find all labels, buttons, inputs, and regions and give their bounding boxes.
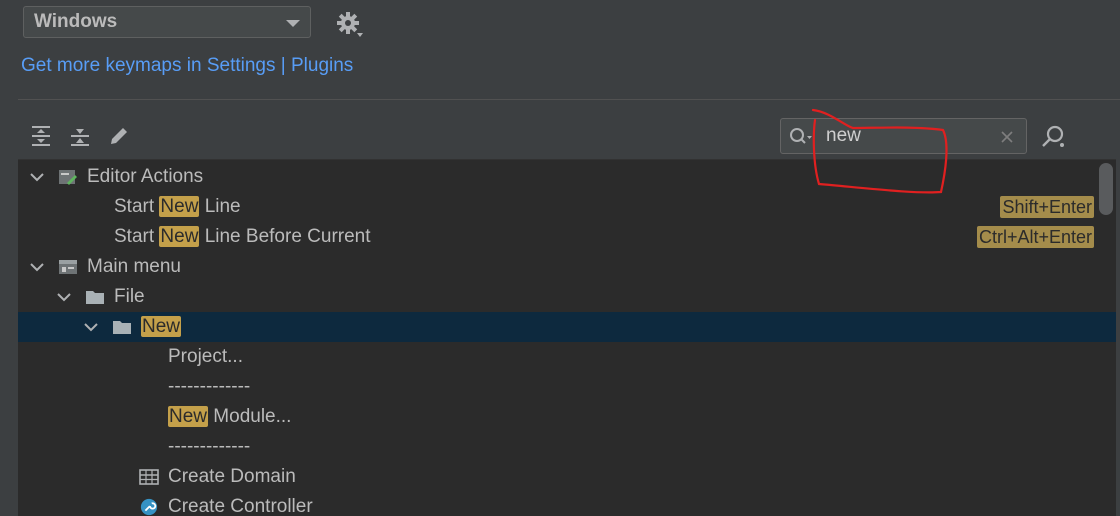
tree-node-project[interactable]: Project... — [18, 342, 1116, 372]
label-suffix: Module... — [208, 406, 292, 427]
scrollbar-thumb[interactable] — [1099, 163, 1113, 215]
separator-label: ------------- — [168, 376, 251, 397]
chevron-down-icon — [286, 20, 300, 27]
label-prefix: Start — [114, 196, 160, 217]
chevron-down-icon[interactable] — [84, 320, 98, 334]
shortcut-badge: Ctrl+Alt+Enter — [976, 226, 1094, 248]
tree-node-separator: ------------- — [18, 372, 1116, 402]
get-more-keymaps-link[interactable]: Get more keymaps in Settings | Plugins — [21, 55, 353, 77]
find-shortcut-icon[interactable] — [1040, 124, 1068, 150]
tree-label: Project... — [168, 346, 243, 367]
search-match-highlight: New — [159, 226, 200, 247]
shortcut-badge: Shift+Enter — [1000, 196, 1094, 218]
folder-icon — [86, 291, 104, 304]
tree-node-file[interactable]: File — [18, 282, 1116, 312]
search-match-highlight: New — [141, 316, 182, 337]
divider — [18, 99, 1120, 100]
keymap-dropdown[interactable]: Windows — [23, 6, 311, 38]
chevron-down-icon[interactable] — [30, 260, 44, 274]
tree-node-start-new-line-before-current[interactable]: Start New Line Before Current Ctrl+Alt+E… — [18, 222, 1116, 252]
keymap-tree[interactable]: Editor Actions Start New Line Shift+Ente… — [18, 159, 1116, 516]
tree-label: New — [141, 312, 182, 342]
tree-node-new-module[interactable]: New Module... — [18, 402, 1116, 432]
chevron-down-icon[interactable] — [57, 290, 71, 304]
gear-icon[interactable] — [335, 10, 365, 40]
tree-node-main-menu[interactable]: Main menu — [18, 252, 1116, 282]
wrench-icon — [140, 498, 158, 516]
tree-label: Create Domain — [168, 466, 296, 487]
tree-node-create-domain[interactable]: Create Domain — [18, 462, 1116, 492]
folder-icon — [113, 321, 131, 334]
separator-label: ------------- — [168, 436, 251, 457]
tree-label: Main menu — [87, 256, 181, 277]
tree-label: New Module... — [168, 402, 291, 432]
tree-label: File — [114, 286, 145, 307]
label-prefix: Start — [114, 226, 160, 247]
search-match-highlight: New — [168, 406, 209, 427]
tree-node-new[interactable]: New — [18, 312, 1116, 342]
chevron-down-icon[interactable] — [30, 170, 44, 184]
label-suffix: Line — [199, 196, 241, 217]
expand-all-icon[interactable] — [29, 124, 53, 148]
tree-label: Start New Line Before Current — [114, 222, 371, 252]
clear-icon[interactable] — [1000, 130, 1014, 144]
tree-label: Create Controller — [168, 496, 313, 516]
main-menu-icon — [59, 260, 77, 274]
edit-pencil-icon[interactable] — [107, 124, 131, 148]
tree-label: Start New Line — [114, 192, 241, 222]
editor-actions-icon — [59, 170, 77, 185]
table-icon — [139, 469, 159, 485]
search-match-highlight: New — [159, 196, 200, 217]
collapse-all-icon[interactable] — [68, 124, 92, 148]
tree-node-separator: ------------- — [18, 432, 1116, 462]
label-suffix: Line Before Current — [199, 226, 371, 247]
tree-label: Editor Actions — [87, 166, 204, 187]
red-annotation-circle — [811, 108, 948, 194]
keymap-selected-value: Windows — [34, 11, 118, 32]
tree-node-create-controller[interactable]: Create Controller — [18, 492, 1116, 516]
